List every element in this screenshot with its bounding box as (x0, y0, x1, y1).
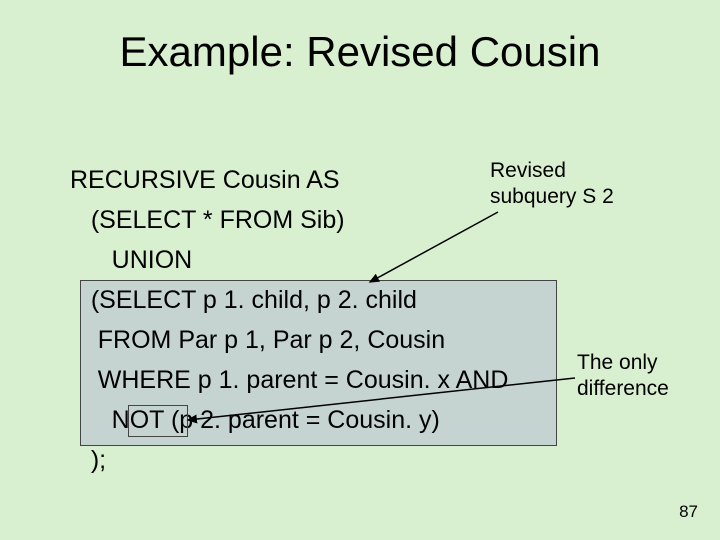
not-keyword-box (128, 405, 188, 437)
slide-title: Example: Revised Cousin (0, 28, 720, 76)
code-line-1: RECURSIVE Cousin AS (70, 166, 340, 194)
code-line-5: FROM Par p 1, Par p 2, Cousin (70, 326, 445, 354)
code-line-8: ); (70, 446, 106, 474)
code-line-4: (SELECT p 1. child, p 2. child (70, 286, 417, 314)
code-line-6: WHERE p 1. parent = Cousin. x AND (70, 366, 508, 394)
slide-number: 87 (679, 502, 698, 522)
code-line-7: NOT (p 2. parent = Cousin. y) (70, 406, 440, 434)
code-line-3: UNION (70, 246, 192, 274)
slide: Example: Revised Cousin RECURSIVE Cousin… (0, 0, 720, 540)
code-line-2: (SELECT * FROM Sib) (70, 206, 345, 234)
